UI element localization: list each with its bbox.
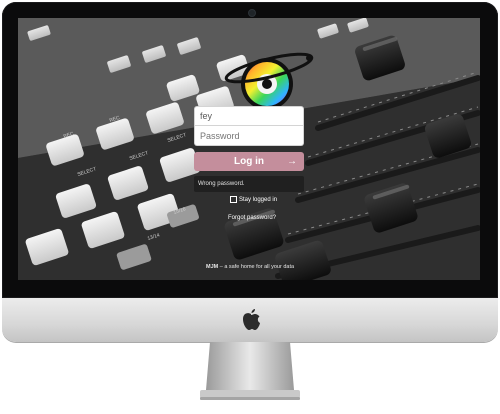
footer-text: – a safe home for all your data [218,264,295,270]
camera-icon [249,10,255,16]
login-form: Log in → [194,106,304,171]
login-button[interactable]: Log in → [194,152,304,171]
imac-mockup: REC REC SELECT SELECT SELECT 13/14 15/16 [0,0,500,414]
forgot-password-link[interactable]: Forgot password? [228,215,276,221]
apple-icon [243,309,260,330]
monitor-screen: REC REC SELECT SELECT SELECT 13/14 15/16 [18,18,480,280]
arrow-right-icon: → [287,156,297,167]
username-field[interactable] [194,106,304,126]
stay-logged-in-option[interactable]: Stay logged in [230,196,277,203]
monitor-stand [200,342,300,400]
footer-tagline: MJM – a safe home for all your data [206,264,294,270]
wrong-password-warning: Wrong password. [194,176,304,192]
checkbox-icon[interactable] [230,196,237,203]
monitor-chin [2,298,498,342]
login-button-label: Log in [234,156,264,167]
footer-brand: MJM [206,264,219,270]
stay-logged-in-label: Stay logged in [239,196,278,203]
password-field[interactable] [194,126,304,146]
